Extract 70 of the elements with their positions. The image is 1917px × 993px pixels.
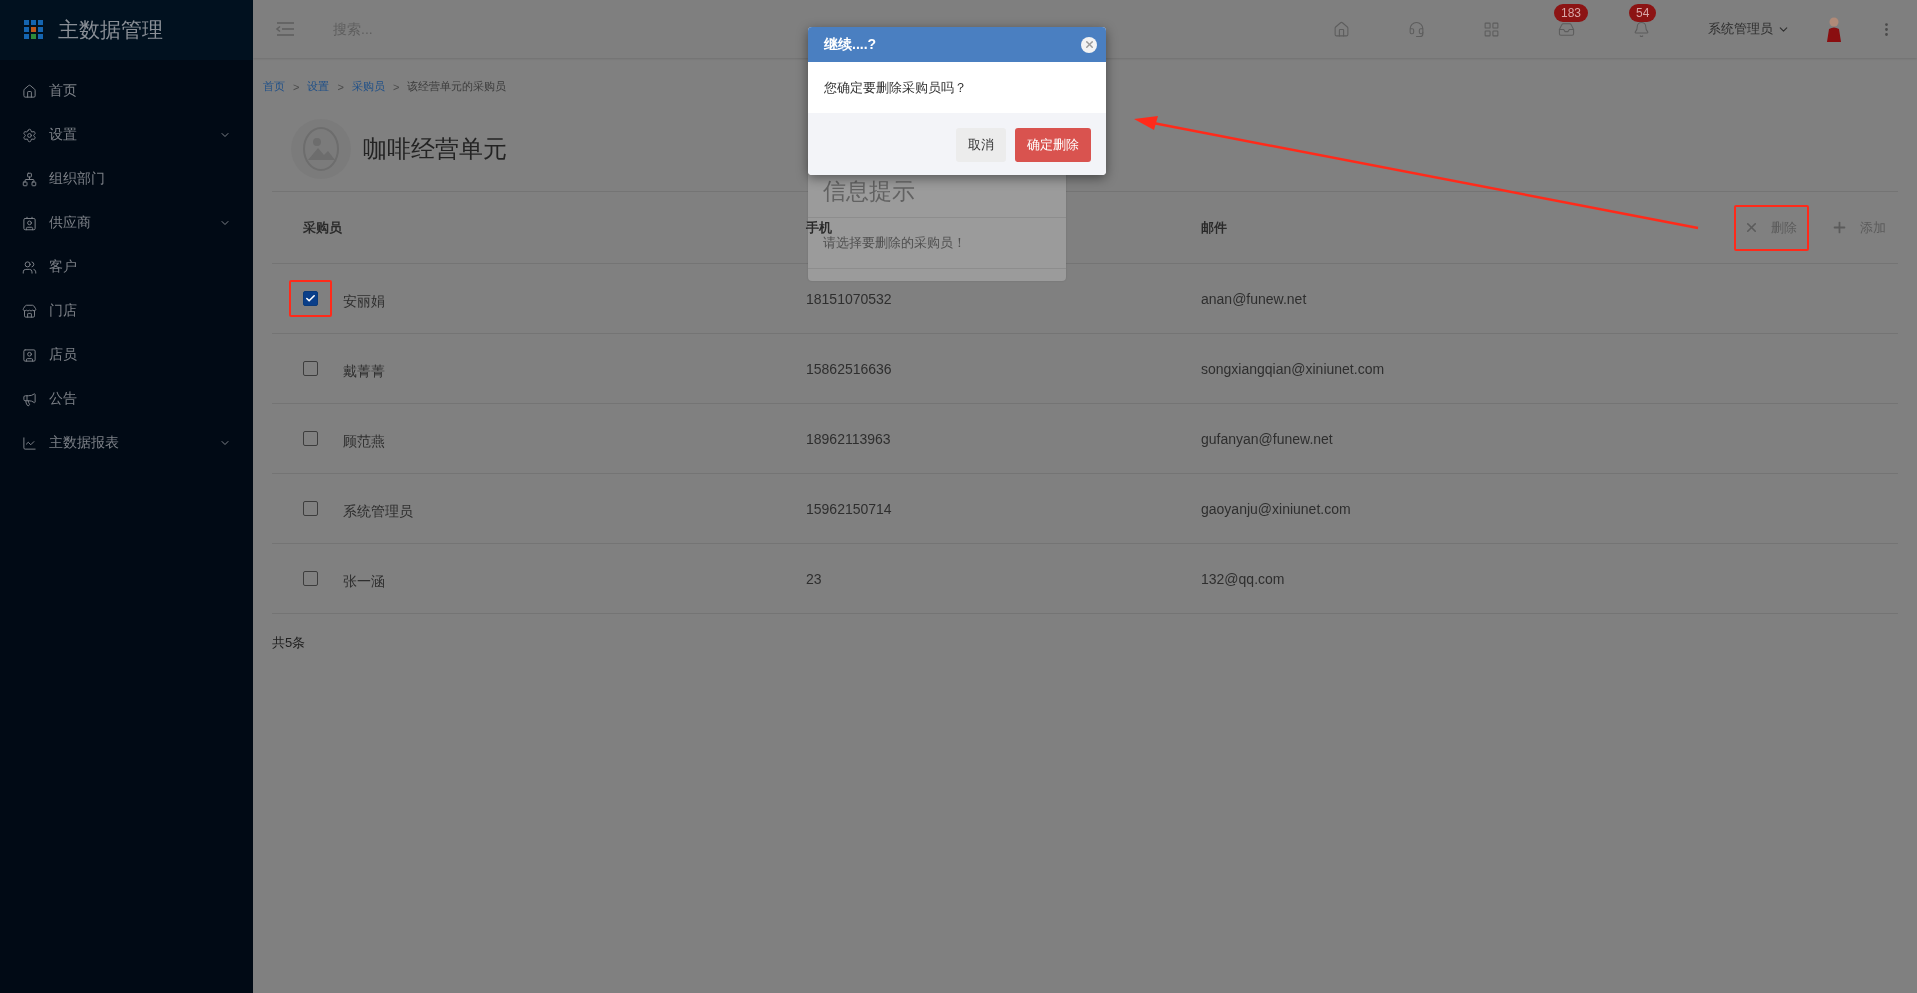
people-icon <box>22 259 37 275</box>
sidebar-item[interactable]: 供应商 <box>0 201 253 245</box>
table-cell: gufanyan@funew.net <box>1201 430 1333 447</box>
sidebar-item[interactable]: 主数据报表 <box>0 421 253 465</box>
sidebar-item[interactable]: 公告 <box>0 377 253 421</box>
table-cell: songxiangqian@xiniunet.com <box>1201 360 1385 377</box>
table-cell: 顾范燕 <box>343 432 385 451</box>
toast-text: 请选择要删除的采购员！ <box>823 235 966 250</box>
row-checkbox[interactable] <box>303 501 318 516</box>
megaphone-icon <box>22 391 37 407</box>
sidebar-item[interactable]: 店员 <box>0 333 253 377</box>
table-cell: gaoyanju@xiniunet.com <box>1201 500 1351 517</box>
sidebar-item[interactable]: 客户 <box>0 245 253 289</box>
page-title: 咖啡经营单元 <box>363 133 507 164</box>
breadcrumb-separator: > <box>337 80 344 93</box>
inbox-icon[interactable] <box>1558 20 1575 38</box>
count-badge: 54 <box>1629 3 1657 22</box>
table-cell: 系统管理员 <box>343 502 413 521</box>
check-icon <box>305 293 316 304</box>
toast-title: 信息提示 <box>823 178 915 204</box>
close-icon <box>1744 220 1759 235</box>
breadcrumb-separator: > <box>392 80 400 93</box>
table-cell: anan@funew.net <box>1201 290 1307 307</box>
bell-icon[interactable] <box>1633 20 1650 38</box>
total-count: 共5条 <box>272 635 306 650</box>
home-icon[interactable] <box>1333 20 1350 38</box>
sidebar-item[interactable]: 首页 <box>0 69 253 113</box>
table-cell: 23 <box>806 570 822 587</box>
grid-icon[interactable] <box>1483 20 1500 38</box>
menu-icon[interactable] <box>275 21 295 37</box>
cancel-button[interactable]: 取消 <box>956 128 1006 162</box>
id-card-icon <box>22 215 37 231</box>
user-card-icon <box>22 347 37 363</box>
sidebar-item[interactable]: 组织部门 <box>0 157 253 201</box>
gear-icon <box>22 127 37 143</box>
logo-icon <box>24 20 44 40</box>
column-header: 邮件 <box>1201 218 1227 237</box>
table-cell: 安丽娟 <box>343 292 385 311</box>
dialog-title: 继续....? <box>824 35 877 54</box>
close-button[interactable] <box>1081 36 1097 53</box>
row-checkbox[interactable] <box>303 361 318 376</box>
breadcrumb-separator: > <box>293 80 300 93</box>
table-cell: 戴菁菁 <box>343 362 385 381</box>
plus-icon <box>1831 219 1848 236</box>
user-menu[interactable]: 系统管理员 <box>1708 20 1790 38</box>
column-header: 手机 <box>806 219 832 235</box>
confirm-delete-button[interactable]: 确定删除 <box>1015 128 1091 162</box>
hierarchy-icon <box>22 171 37 187</box>
table-cell: 18962113963 <box>806 430 891 447</box>
user-avatar[interactable] <box>1826 16 1842 42</box>
sidebar-item[interactable]: 门店 <box>0 289 253 333</box>
row-checkbox[interactable] <box>303 431 318 446</box>
storefront-icon <box>22 303 37 319</box>
table-cell: 18151070532 <box>806 290 892 307</box>
table-cell: 15962150714 <box>806 500 892 517</box>
close-icon <box>1083 39 1095 50</box>
home-icon <box>22 83 37 99</box>
row-checkbox[interactable] <box>303 291 318 306</box>
table-cell: 132@qq.com <box>1201 570 1285 587</box>
column-header: 采购员 <box>303 218 342 237</box>
breadcrumb-current: 该经营单元的采购员 <box>407 79 507 94</box>
headset-icon[interactable] <box>1408 20 1425 38</box>
row-checkbox[interactable] <box>303 571 318 586</box>
sidebar-item[interactable]: 设置 <box>0 113 253 157</box>
line-chart-icon <box>22 435 37 451</box>
table-cell: 张一涵 <box>343 572 385 591</box>
count-badge: 183 <box>1554 3 1589 22</box>
app-title: 主数据管理 <box>58 17 163 43</box>
table-cell: 15862516636 <box>806 360 892 377</box>
dialog-message: 您确定要删除采购员吗？ <box>824 80 967 95</box>
